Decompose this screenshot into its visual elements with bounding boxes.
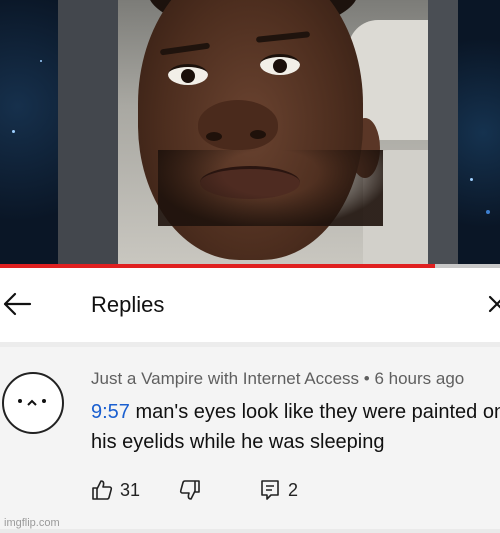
back-button[interactable] — [2, 290, 34, 318]
avatar-face-icon — [18, 399, 46, 406]
like-count: 31 — [120, 479, 141, 500]
timestamp-link[interactable]: 9:57 — [91, 401, 130, 423]
reply-button[interactable]: 2 — [259, 479, 298, 501]
background-panel-right — [428, 0, 458, 266]
close-button[interactable] — [482, 290, 500, 318]
comment-body: man's eyes look like they were painted o… — [91, 401, 500, 453]
dislike-button[interactable] — [179, 479, 201, 501]
comment-author[interactable]: Just a Vampire with Internet Access — [91, 369, 359, 388]
replies-header: Replies — [0, 268, 500, 342]
replies-title: Replies — [91, 292, 165, 317]
beard — [158, 150, 383, 226]
reply-count: 2 — [288, 479, 299, 500]
right-eye — [260, 54, 300, 75]
background-left — [0, 0, 58, 266]
nose — [198, 100, 278, 150]
comment-time: 6 hours ago — [374, 369, 465, 388]
thumbs-up-icon — [92, 480, 113, 500]
watermark: imgflip.com — [4, 517, 60, 529]
face — [138, 0, 383, 260]
arrow-left-icon — [3, 292, 32, 316]
video-player[interactable] — [0, 0, 500, 266]
thumbs-down-icon — [179, 480, 200, 500]
meta-separator: • — [363, 369, 370, 388]
comment-item: Just a Vampire with Internet Access • 6 … — [0, 347, 500, 529]
comment-meta: Just a Vampire with Internet Access • 6 … — [91, 369, 464, 389]
bottom-strip — [0, 529, 500, 533]
video-frame-photo — [118, 0, 428, 266]
left-eye — [168, 64, 208, 85]
background-right — [458, 0, 500, 266]
like-button[interactable]: 31 — [91, 479, 140, 501]
background-panel-left — [58, 0, 118, 266]
comment-text: 9:57 man's eyes look like they were pain… — [91, 397, 500, 457]
avatar[interactable] — [2, 372, 64, 434]
reply-comment-icon — [261, 480, 279, 500]
close-icon — [488, 295, 500, 313]
